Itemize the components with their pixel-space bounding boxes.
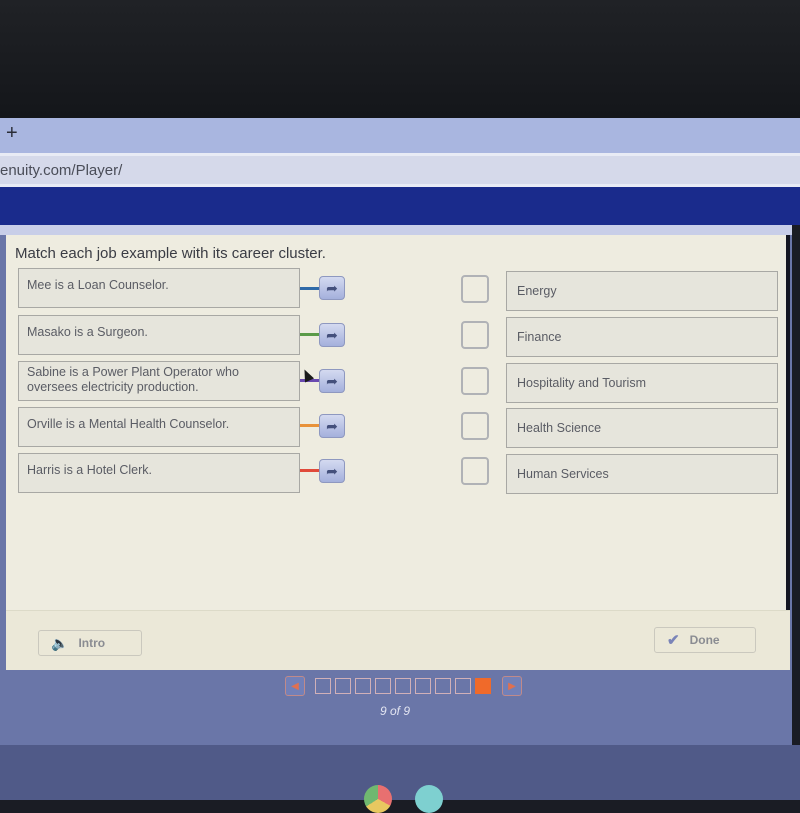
connector-line bbox=[300, 469, 320, 472]
chevron-left-icon: ◀ bbox=[291, 680, 299, 692]
frame-top bbox=[0, 225, 792, 235]
page-indicator[interactable] bbox=[455, 678, 471, 694]
arrow-icon: ➦ bbox=[326, 279, 338, 296]
prompt-item: Harris is a Hotel Clerk. bbox=[18, 453, 300, 493]
player-header-bar bbox=[0, 187, 800, 225]
instruction-text: Match each job example with its career c… bbox=[15, 245, 326, 262]
previous-page-button[interactable]: ◀ bbox=[285, 676, 305, 696]
match-arrow-button[interactable]: ➦ bbox=[319, 323, 345, 347]
match-arrow-button[interactable]: ➦ bbox=[319, 276, 345, 300]
address-bar[interactable]: enuity.com/Player/ bbox=[0, 153, 800, 187]
connector-line bbox=[300, 424, 320, 427]
activity-footer: 🔈 Intro ✔ Done bbox=[6, 610, 790, 670]
done-button[interactable]: ✔ Done bbox=[654, 627, 756, 653]
done-label: Done bbox=[689, 633, 720, 647]
intro-label: Intro bbox=[78, 636, 106, 650]
speaker-icon: 🔈 bbox=[51, 634, 69, 651]
drop-target-box[interactable] bbox=[461, 412, 489, 440]
page-indicator[interactable] bbox=[315, 678, 331, 694]
next-page-button[interactable]: ▶ bbox=[502, 676, 522, 696]
page-indicator[interactable] bbox=[355, 678, 371, 694]
check-icon: ✔ bbox=[667, 632, 680, 649]
arrow-icon: ➦ bbox=[326, 372, 338, 389]
page-indicator[interactable] bbox=[415, 678, 431, 694]
arrow-icon: ➦ bbox=[326, 417, 338, 434]
os-taskbar bbox=[0, 745, 800, 813]
connector-line bbox=[300, 333, 320, 336]
prompt-item: Sabine is a Power Plant Operator who ove… bbox=[18, 361, 300, 401]
prompt-item: Mee is a Loan Counselor. bbox=[18, 268, 300, 308]
meet-app-icon[interactable] bbox=[415, 785, 443, 813]
browser-tab-bar: + bbox=[0, 118, 800, 153]
arrow-icon: ➦ bbox=[326, 326, 338, 343]
chevron-right-icon: ▶ bbox=[508, 680, 516, 692]
drop-target-box[interactable] bbox=[461, 457, 489, 485]
chrome-browser-icon[interactable] bbox=[364, 785, 392, 813]
answer-option[interactable]: Health Science bbox=[506, 408, 778, 448]
url-text: enuity.com/Player/ bbox=[0, 162, 123, 179]
activity-player: Match each job example with its career c… bbox=[0, 225, 792, 745]
page-indicators bbox=[315, 678, 495, 694]
page-indicator[interactable] bbox=[395, 678, 411, 694]
intro-button[interactable]: 🔈 Intro bbox=[38, 630, 142, 656]
answer-option[interactable]: Finance bbox=[506, 317, 778, 357]
page-indicator[interactable] bbox=[335, 678, 351, 694]
drop-target-box[interactable] bbox=[461, 275, 489, 303]
arrow-icon: ➦ bbox=[326, 462, 338, 479]
new-tab-button[interactable]: + bbox=[6, 122, 18, 145]
page-indicator[interactable] bbox=[375, 678, 391, 694]
match-arrow-button[interactable]: ➦ bbox=[319, 459, 345, 483]
page-indicator-current[interactable] bbox=[475, 678, 491, 694]
screen-bezel bbox=[0, 0, 800, 118]
connector-line bbox=[300, 287, 320, 290]
match-arrow-button[interactable]: ➦ bbox=[319, 369, 345, 393]
activity-content: Match each job example with its career c… bbox=[6, 235, 790, 670]
page-navigator: ◀ ▶ bbox=[285, 674, 522, 698]
answer-option[interactable]: Hospitality and Tourism bbox=[506, 363, 778, 403]
page-indicator[interactable] bbox=[435, 678, 451, 694]
answer-option[interactable]: Energy bbox=[506, 271, 778, 311]
drop-target-box[interactable] bbox=[461, 321, 489, 349]
page-count-label: 9 of 9 bbox=[380, 704, 411, 718]
drop-target-box[interactable] bbox=[461, 367, 489, 395]
answer-option[interactable]: Human Services bbox=[506, 454, 778, 494]
match-arrow-button[interactable]: ➦ bbox=[319, 414, 345, 438]
prompt-item: Orville is a Mental Health Counselor. bbox=[18, 407, 300, 447]
prompt-item: Masako is a Surgeon. bbox=[18, 315, 300, 355]
